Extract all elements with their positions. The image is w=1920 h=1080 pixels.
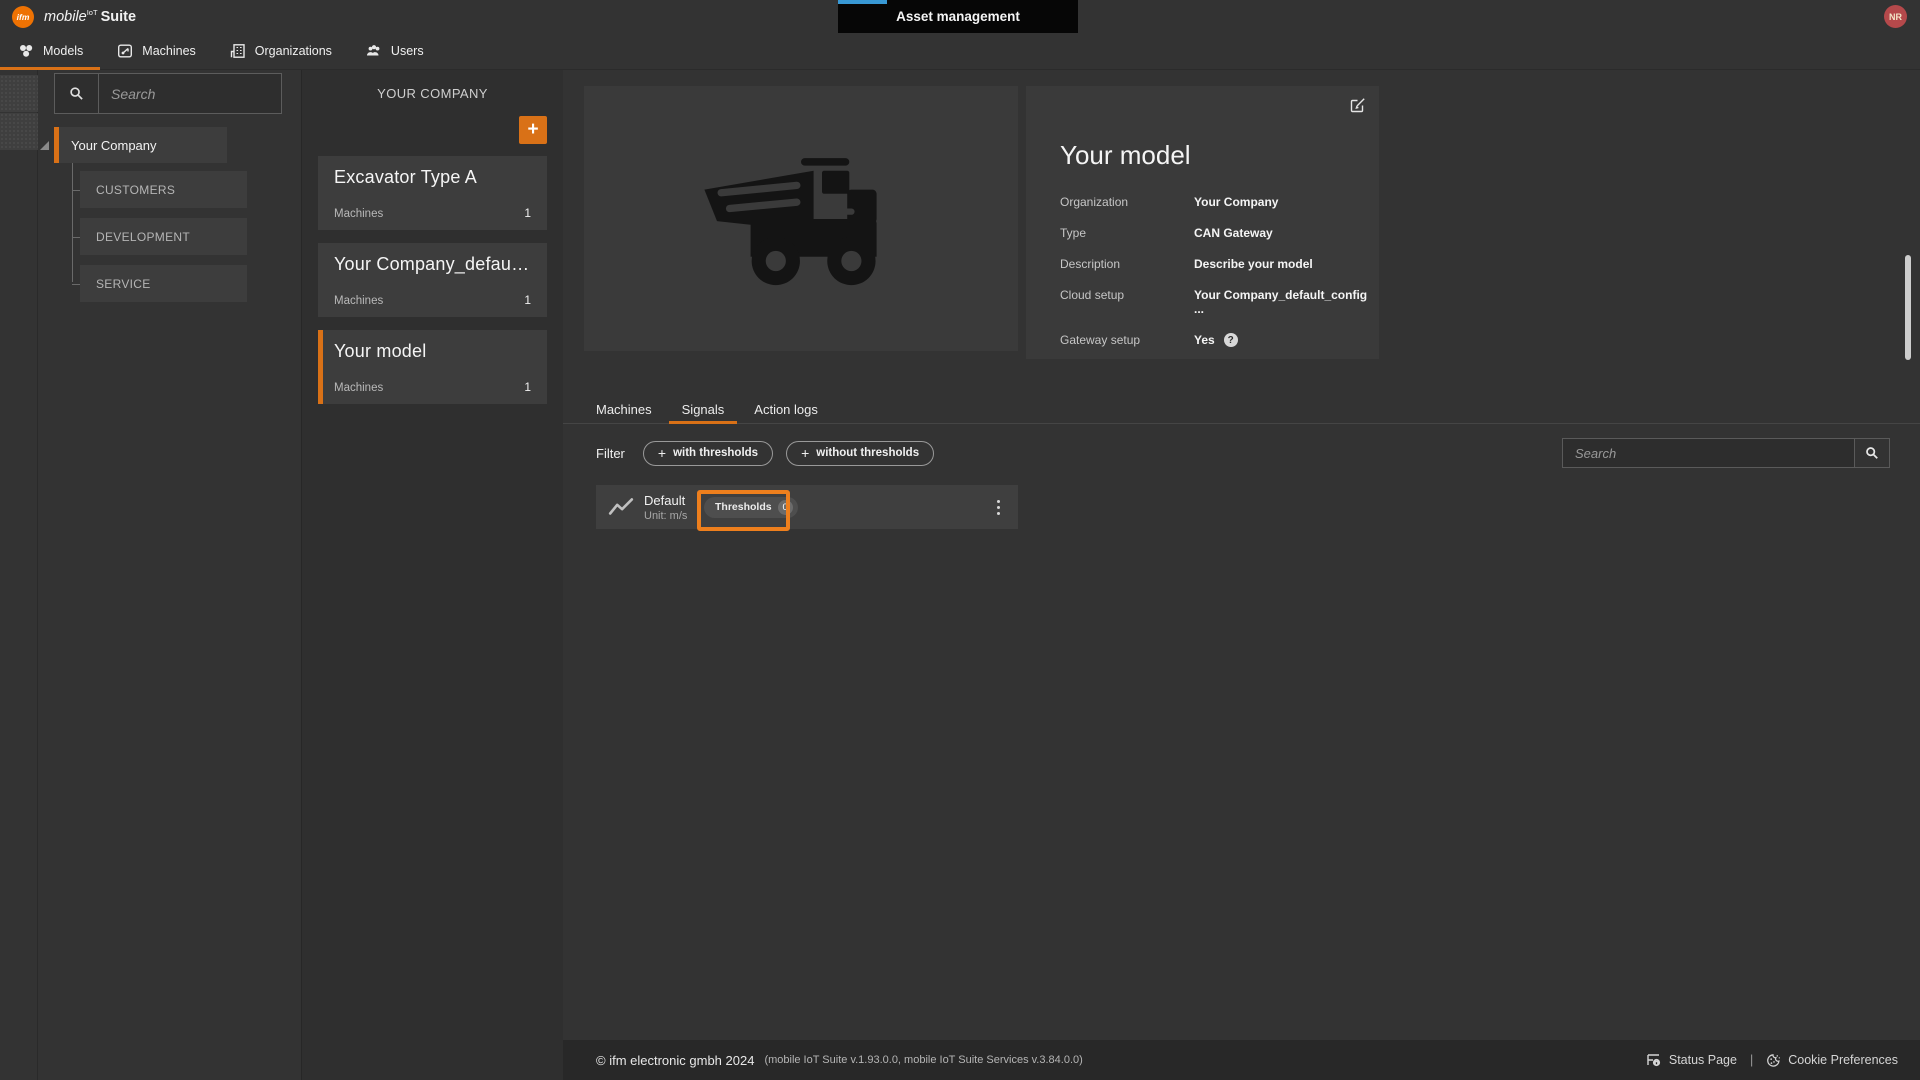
signals-filter-row: Filter + with thresholds + without thres…	[596, 438, 1890, 468]
models-icon	[18, 43, 34, 59]
plus-icon: +	[801, 445, 809, 461]
signal-chart-icon	[608, 496, 634, 518]
field-value: CAN Gateway	[1194, 226, 1379, 240]
users-icon	[366, 43, 382, 59]
ifm-logo-icon: ifm	[12, 6, 34, 28]
footer-separator: |	[1750, 1053, 1753, 1067]
page-title: Asset management	[896, 9, 1020, 24]
model-card-default-config[interactable]: Your Company_default_... Machines 1	[318, 243, 547, 317]
tab-signals[interactable]: Signals	[669, 396, 738, 423]
field-value: Your Company_default_config ...	[1194, 288, 1379, 316]
machines-count-label: Machines	[334, 295, 383, 307]
content-layout: Your Company CUSTOMERS DEVELOPMENT SERVI…	[0, 70, 1920, 1080]
app-name: mobileIoTSuite	[44, 8, 136, 25]
top-bar: ifm mobileIoTSuite Asset management NR	[0, 0, 1920, 33]
machines-count-label: Machines	[334, 382, 383, 394]
field-label: Cloud setup	[1060, 288, 1194, 316]
model-card-your-model[interactable]: Your model Machines 1	[318, 330, 547, 404]
edit-model-icon[interactable]	[1350, 97, 1366, 113]
filter-chip-without-thresholds[interactable]: + without thresholds	[786, 441, 934, 466]
help-icon[interactable]: ?	[1224, 333, 1238, 347]
cookie-preferences-link[interactable]: Cookie Preferences	[1766, 1053, 1898, 1068]
tab-action-logs[interactable]: Action logs	[741, 396, 831, 423]
active-tab-indicator	[838, 0, 887, 4]
status-page-icon	[1646, 1053, 1662, 1067]
footer-links: Status Page | Cookie Preferences	[1646, 1053, 1898, 1068]
signal-row-default[interactable]: Default Unit: m/s Thresholds 0	[596, 485, 1018, 529]
signal-menu-button[interactable]	[991, 496, 1006, 519]
tree-node-your-company[interactable]: Your Company	[54, 127, 227, 163]
model-tabs: Machines Signals Action logs	[563, 396, 1920, 424]
model-details-panel: Your model Organization Your Company Typ…	[1026, 86, 1379, 359]
field-label: Type	[1060, 226, 1194, 240]
tree-search-input[interactable]	[99, 74, 281, 113]
models-column: YOUR COMPANY + Excavator Type A Machines…	[301, 70, 563, 1080]
models-view-button[interactable]	[0, 113, 38, 150]
signal-name: Default	[644, 493, 696, 508]
machines-icon	[117, 43, 133, 59]
filter-label: Filter	[596, 446, 625, 461]
icon-rail	[0, 70, 38, 1080]
page-title-strip: Asset management	[838, 0, 1078, 33]
nav-item-label: Organizations	[255, 44, 332, 58]
tree-node-customers[interactable]: CUSTOMERS	[80, 171, 247, 208]
search-icon	[55, 74, 99, 113]
app-logo[interactable]: ifm mobileIoTSuite	[12, 6, 136, 28]
model-image-panel	[584, 86, 1018, 351]
model-fields: Organization Your Company Type CAN Gatew…	[1060, 195, 1379, 347]
field-label: Description	[1060, 257, 1194, 271]
organizations-icon	[230, 43, 246, 59]
model-card-list: Excavator Type A Machines 1 Your Company…	[302, 156, 563, 404]
tree-node-development[interactable]: DEVELOPMENT	[80, 218, 247, 255]
status-page-link[interactable]: Status Page	[1646, 1053, 1737, 1067]
nav-item-label: Users	[391, 44, 424, 58]
machines-count-value: 1	[524, 293, 531, 307]
rail-bottom-tools	[0, 1059, 38, 1074]
model-title: Your model	[1060, 140, 1379, 171]
nav-item-models[interactable]: Models	[0, 33, 100, 69]
organization-tree-panel: Your Company CUSTOMERS DEVELOPMENT SERVI…	[38, 70, 301, 1080]
tree-node-service[interactable]: SERVICE	[80, 265, 247, 302]
tree-view-button[interactable]	[0, 75, 38, 112]
field-value: Describe your model	[1194, 257, 1379, 271]
footer: © ifm electronic gmbh 2024 (mobile IoT S…	[563, 1040, 1920, 1080]
tree-search-box	[54, 73, 282, 114]
nav-item-users[interactable]: Users	[349, 33, 441, 69]
cookie-icon	[1766, 1053, 1781, 1068]
signal-unit: Unit: m/s	[644, 510, 696, 522]
plus-icon: +	[658, 445, 666, 461]
machines-count-value: 1	[524, 206, 531, 220]
user-avatar[interactable]: NR	[1884, 5, 1907, 28]
nav-item-label: Models	[43, 44, 83, 58]
thresholds-chip[interactable]: Thresholds 0	[704, 497, 798, 518]
tree-expander-icon[interactable]	[40, 141, 49, 150]
thresholds-count-badge: 0	[778, 500, 793, 515]
copyright-text: © ifm electronic gmbh 2024	[596, 1053, 754, 1068]
field-label: Organization	[1060, 195, 1194, 209]
signals-search-input[interactable]	[1562, 438, 1855, 468]
tab-machines[interactable]: Machines	[583, 396, 665, 423]
machines-count-label: Machines	[334, 208, 383, 220]
signals-search-group	[1562, 438, 1890, 468]
models-column-header: YOUR COMPANY	[302, 70, 563, 101]
organization-tree: Your Company CUSTOMERS DEVELOPMENT SERVI…	[38, 127, 301, 302]
signals-search-button[interactable]	[1855, 438, 1890, 468]
nav-item-machines[interactable]: Machines	[100, 33, 213, 69]
nav-item-label: Machines	[142, 44, 196, 58]
field-value: Your Company	[1194, 195, 1379, 209]
main-content: Your model Organization Your Company Typ…	[563, 70, 1920, 1080]
filter-chip-with-thresholds[interactable]: + with thresholds	[643, 441, 773, 466]
nav-item-organizations[interactable]: Organizations	[213, 33, 349, 69]
add-model-button[interactable]: +	[519, 116, 547, 144]
model-card-excavator-type-a[interactable]: Excavator Type A Machines 1	[318, 156, 547, 230]
main-nav: Models Machines Organizations Users	[0, 33, 1920, 70]
version-text: (mobile IoT Suite v.1.93.0.0, mobile IoT…	[764, 1054, 1082, 1066]
field-value: Yes ?	[1194, 333, 1379, 347]
machines-count-value: 1	[524, 380, 531, 394]
vertical-scrollbar-thumb[interactable]	[1905, 255, 1911, 360]
signal-text: Default Unit: m/s	[644, 493, 696, 522]
field-label: Gateway setup	[1060, 333, 1194, 347]
dump-truck-image	[696, 135, 906, 303]
